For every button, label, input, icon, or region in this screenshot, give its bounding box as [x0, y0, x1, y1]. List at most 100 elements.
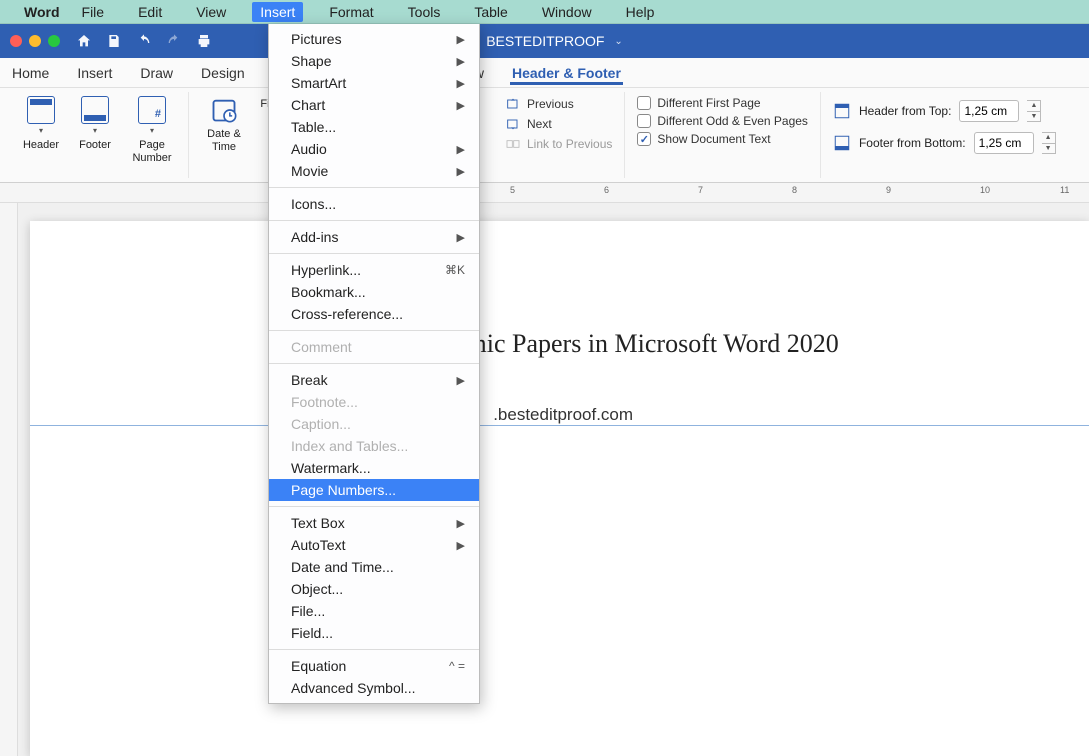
menu-item-hyperlink[interactable]: Hyperlink... ⌘K	[269, 259, 479, 281]
submenu-arrow-icon: ▶	[457, 374, 465, 387]
menu-item-page-numbers[interactable]: Page Numbers...	[269, 479, 479, 501]
menu-item-label: Date and Time...	[291, 559, 394, 575]
menu-item-table[interactable]: Table...	[269, 116, 479, 138]
menu-file[interactable]: File	[74, 2, 113, 22]
date-time-button[interactable]: Date & Time	[197, 94, 251, 153]
footer-from-bottom-input[interactable]	[974, 132, 1034, 154]
header-from-top-field[interactable]: Header from Top: ▲▼	[833, 100, 1056, 122]
page-number-button[interactable]: # ▾ Page Number	[124, 94, 180, 164]
ribbon-content: ▾ Header ▾ Footer # ▾ Page Number Date &…	[0, 88, 1089, 183]
footer-icon	[81, 96, 109, 124]
minimize-window-button[interactable]	[29, 35, 41, 47]
menu-item-cross-reference[interactable]: Cross-reference...	[269, 303, 479, 325]
tab-header-footer[interactable]: Header & Footer	[510, 61, 623, 85]
menu-item-label: Hyperlink...	[291, 262, 361, 278]
different-odd-even-checkbox[interactable]: Different Odd & Even Pages	[637, 114, 808, 128]
header-from-top-input[interactable]	[959, 100, 1019, 122]
footer-from-bottom-field[interactable]: Footer from Bottom: ▲▼	[833, 132, 1056, 154]
menu-item-autotext[interactable]: AutoText▶	[269, 534, 479, 556]
menu-item-label: Shape	[291, 53, 331, 69]
header-button[interactable]: ▾ Header	[16, 94, 66, 152]
menu-table[interactable]: Table	[466, 2, 515, 22]
next-button[interactable]: Next	[505, 116, 612, 132]
ruler-mark: 7	[698, 185, 703, 195]
vertical-ruler[interactable]	[0, 203, 18, 756]
horizontal-ruler[interactable]: 567891011	[0, 183, 1089, 203]
document-title[interactable]: BESTEDITPROOF ⌄	[466, 33, 623, 49]
footer-button[interactable]: ▾ Footer	[70, 94, 120, 152]
menu-item-label: Advanced Symbol...	[291, 680, 416, 696]
menu-item-audio[interactable]: Audio ▶	[269, 138, 479, 160]
menu-item-watermark[interactable]: Watermark...	[269, 457, 479, 479]
save-icon[interactable]	[106, 33, 122, 49]
menu-item-label: Break	[291, 372, 328, 388]
menu-item-label: AutoText	[291, 537, 345, 553]
menu-item-shape[interactable]: Shape▶	[269, 50, 479, 72]
menu-item-equation[interactable]: Equation^ =	[269, 655, 479, 677]
menu-item-movie[interactable]: Movie▶	[269, 160, 479, 182]
menu-item-chart[interactable]: Chart▶	[269, 94, 479, 116]
show-document-text-checkbox[interactable]: Show Document Text	[637, 132, 808, 146]
submenu-arrow-icon: ▶	[457, 143, 465, 156]
link-to-previous-button: Link to Previous	[505, 136, 612, 152]
menu-tools[interactable]: Tools	[400, 2, 449, 22]
tab-insert[interactable]: Insert	[75, 61, 114, 85]
stepper[interactable]: ▲▼	[1027, 100, 1041, 122]
menu-view[interactable]: View	[188, 2, 234, 22]
menu-item-pictures[interactable]: Pictures▶	[269, 28, 479, 50]
ruler-mark: 10	[980, 185, 990, 195]
menu-separator	[269, 506, 479, 507]
header-boundary-line	[30, 425, 1089, 426]
submenu-arrow-icon: ▶	[457, 33, 465, 46]
home-icon[interactable]	[76, 33, 92, 49]
submenu-arrow-icon: ▶	[457, 517, 465, 530]
menu-item-file[interactable]: File...	[269, 600, 479, 622]
ruler-mark: 8	[792, 185, 797, 195]
stepper[interactable]: ▲▼	[1042, 132, 1056, 154]
menu-item-label: Chart	[291, 97, 325, 113]
menu-item-date-and-time[interactable]: Date and Time...	[269, 556, 479, 578]
menu-item-field[interactable]: Field...	[269, 622, 479, 644]
ribbon-tabs: HomeInsertDrawDesignMailingsReviewViewHe…	[0, 58, 1089, 88]
menu-item-bookmark[interactable]: Bookmark...	[269, 281, 479, 303]
print-icon[interactable]	[196, 33, 212, 49]
menu-item-break[interactable]: Break ▶	[269, 369, 479, 391]
tab-draw[interactable]: Draw	[138, 61, 175, 85]
different-first-page-checkbox[interactable]: Different First Page	[637, 96, 808, 110]
previous-button[interactable]: Previous	[505, 96, 612, 112]
submenu-arrow-icon: ▶	[457, 77, 465, 90]
menu-item-advanced-symbol[interactable]: Advanced Symbol...	[269, 677, 479, 699]
ruler-mark: 9	[886, 185, 891, 195]
menu-format[interactable]: Format	[321, 2, 381, 22]
menu-item-label: Audio	[291, 141, 327, 157]
menu-item-smartart[interactable]: SmartArt▶	[269, 72, 479, 94]
mac-menubar: Word File Edit View Insert Format Tools Table W…	[0, 0, 1089, 24]
menu-item-label: File...	[291, 603, 325, 619]
menu-item-text-box[interactable]: Text Box▶	[269, 512, 479, 534]
menu-item-caption: Caption...	[269, 413, 479, 435]
ribbon-group-options: Different First Page Different Odd & Eve…	[625, 92, 821, 178]
tab-design[interactable]: Design	[199, 61, 247, 85]
menu-item-add-ins[interactable]: Add-ins▶	[269, 226, 479, 248]
menu-edit[interactable]: Edit	[130, 2, 170, 22]
menu-shortcut: ⌘K	[445, 263, 465, 277]
menu-item-object[interactable]: Object...	[269, 578, 479, 600]
menu-item-label: Field...	[291, 625, 333, 641]
ruler-mark: 11	[1060, 185, 1069, 195]
maximize-window-button[interactable]	[48, 35, 60, 47]
traffic-lights	[10, 35, 60, 47]
document-page[interactable]: vto Format Academic Papers in Microsoft …	[30, 221, 1089, 756]
header-icon	[27, 96, 55, 124]
menu-separator	[269, 649, 479, 650]
menu-insert[interactable]: Insert	[252, 2, 303, 22]
menu-item-icons[interactable]: Icons...	[269, 193, 479, 215]
app-name[interactable]: Word	[24, 4, 60, 20]
document-area: vto Format Academic Papers in Microsoft …	[0, 203, 1089, 756]
menu-help[interactable]: Help	[618, 2, 663, 22]
menu-item-comment: Comment	[269, 336, 479, 358]
close-window-button[interactable]	[10, 35, 22, 47]
redo-icon[interactable]	[166, 33, 182, 49]
tab-home[interactable]: Home	[10, 61, 51, 85]
menu-window[interactable]: Window	[534, 2, 600, 22]
undo-icon[interactable]	[136, 33, 152, 49]
